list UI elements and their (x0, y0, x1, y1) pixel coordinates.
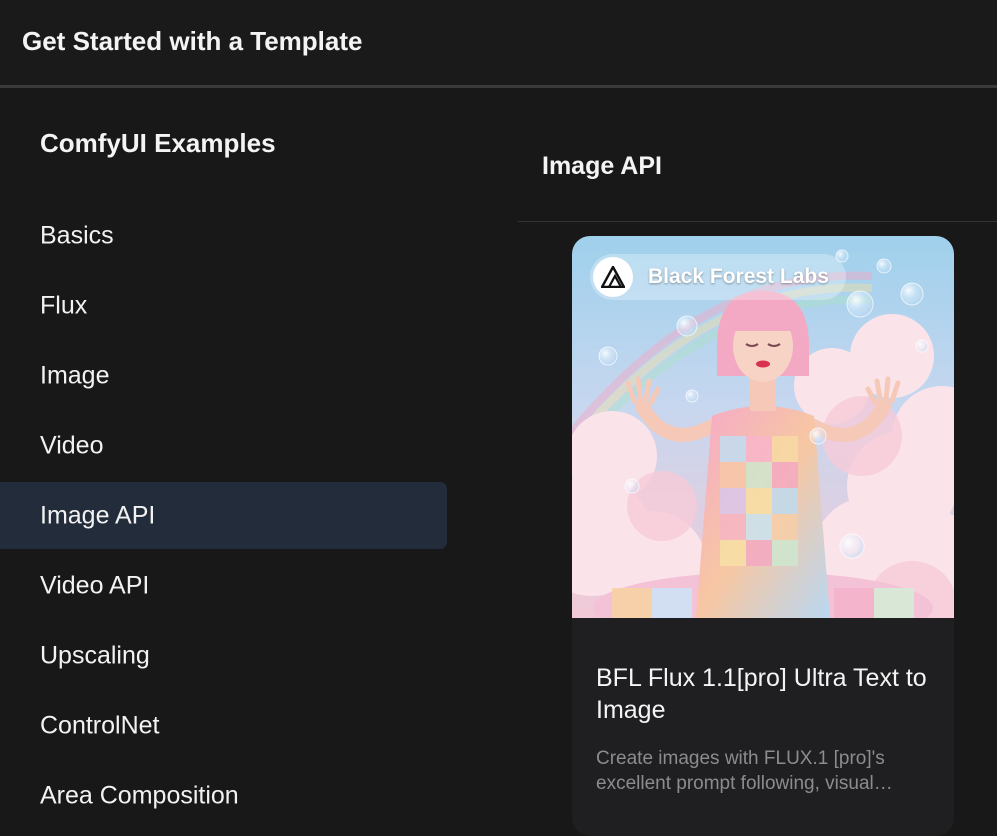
sidebar-item-flux[interactable]: Flux (0, 272, 447, 339)
sidebar-item-basics[interactable]: Basics (0, 202, 447, 269)
section-divider (518, 221, 997, 222)
sidebar-item-upscaling[interactable]: Upscaling (0, 622, 447, 689)
sidebar-item-label: Upscaling (40, 641, 150, 669)
dialog-header: Get Started with a Template (0, 0, 997, 88)
sidebar-item-label: Image (40, 361, 110, 389)
sidebar-item-label: Video API (40, 571, 150, 599)
sidebar: ComfyUI Examples Basics Flux Image Video… (0, 91, 447, 832)
template-content: Image API Black Forest Labs BFL Flux 1.1… (447, 91, 997, 836)
sidebar-item-video-api[interactable]: Video API (0, 552, 447, 619)
bfl-logo-icon (593, 257, 633, 297)
sidebar-item-label: ControlNet (40, 711, 160, 739)
sidebar-item-label: Flux (40, 291, 88, 319)
sidebar-item-video[interactable]: Video (0, 412, 447, 479)
sidebar-item-area-composition[interactable]: Area Composition (0, 762, 447, 829)
template-card[interactable]: Black Forest Labs BFL Flux 1.1[pro] Ultr… (572, 236, 954, 836)
sidebar-item-label: Video (40, 431, 104, 459)
sidebar-item-label: Basics (40, 221, 114, 249)
sidebar-item-image[interactable]: Image (0, 342, 447, 409)
template-title: BFL Flux 1.1[pro] Ultra Text to Image (596, 664, 927, 724)
sidebar-item-label: Area Composition (40, 781, 239, 809)
provider-badge: Black Forest Labs (590, 254, 846, 300)
sidebar-item-image-api[interactable]: Image API (0, 482, 447, 549)
template-description: Create images with FLUX.1 [pro]'s excell… (596, 748, 885, 794)
sidebar-heading: ComfyUI Examples (40, 128, 276, 158)
template-thumbnail: Black Forest Labs (572, 236, 954, 618)
provider-name: Black Forest Labs (648, 265, 829, 288)
sidebar-item-controlnet[interactable]: ControlNet (0, 692, 447, 759)
section-title: Image API (542, 152, 662, 180)
sidebar-item-label: Image API (40, 501, 156, 529)
dialog-title: Get Started with a Template (22, 26, 363, 56)
